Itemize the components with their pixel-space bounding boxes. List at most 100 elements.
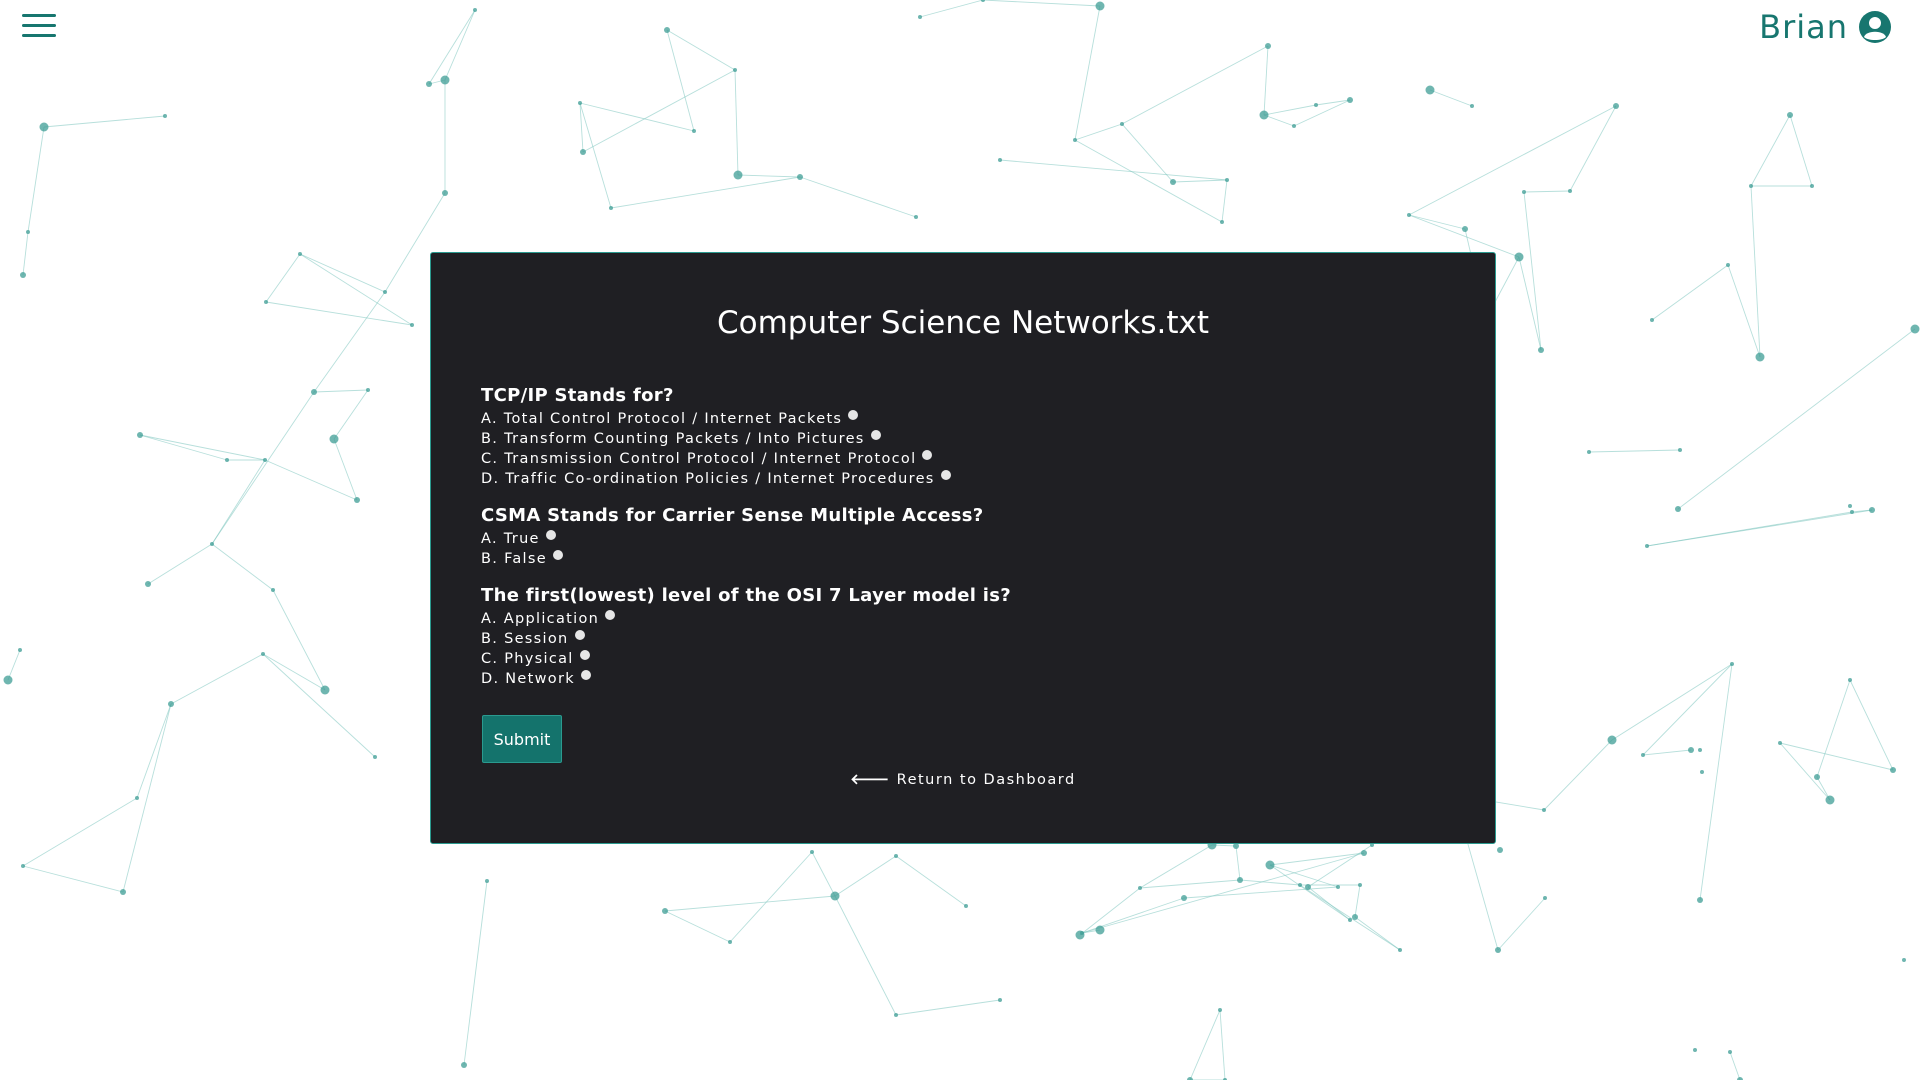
network-node xyxy=(1497,847,1503,853)
answer-option[interactable]: A. True xyxy=(481,529,1455,549)
network-node xyxy=(145,581,151,587)
network-line xyxy=(1849,679,1894,771)
network-node xyxy=(998,158,1002,162)
option-label: C. Transmission Control Protocol / Inter… xyxy=(481,451,917,467)
network-line xyxy=(1497,897,1546,951)
answer-option[interactable]: D. Traffic Co-ordination Policies / Inte… xyxy=(481,469,1455,489)
network-node xyxy=(1778,741,1782,745)
network-node xyxy=(135,796,139,800)
network-line xyxy=(1139,879,1241,889)
question-text: The first(lowest) level of the OSI 7 Lay… xyxy=(481,585,1012,606)
network-node xyxy=(1138,886,1142,890)
network-line xyxy=(734,69,739,176)
option-label: A. Application xyxy=(481,611,600,627)
network-line xyxy=(43,115,166,128)
network-node xyxy=(21,864,25,868)
network-line xyxy=(1189,1009,1221,1080)
network-line xyxy=(729,851,813,943)
network-node xyxy=(609,206,613,210)
network-node xyxy=(981,0,985,2)
network-node xyxy=(1814,774,1820,780)
radio-button[interactable] xyxy=(552,550,563,560)
network-line xyxy=(313,389,369,393)
network-node xyxy=(440,75,450,85)
option-label: A. Total Control Protocol / Internet Pac… xyxy=(481,411,843,427)
option-label: A. True xyxy=(481,531,540,547)
network-line xyxy=(1750,114,1791,187)
network-node xyxy=(137,432,143,438)
network-node xyxy=(1645,544,1649,548)
network-line xyxy=(1651,264,1729,321)
answer-option[interactable]: A. Total Control Protocol / Internet Pac… xyxy=(481,409,1455,429)
network-node xyxy=(1698,748,1702,752)
radio-button[interactable] xyxy=(579,650,590,660)
question: TCP/IP Stands for? A. Total Control Prot… xyxy=(481,385,1455,489)
network-node xyxy=(580,149,586,155)
network-node xyxy=(914,215,918,219)
network-line xyxy=(1408,214,1466,230)
network-node xyxy=(733,170,743,180)
network-line xyxy=(1523,190,1571,193)
answer-option[interactable]: D. Network xyxy=(481,669,1455,689)
network-line xyxy=(1588,449,1681,453)
network-node xyxy=(1073,138,1077,142)
answer-option[interactable]: B. False xyxy=(481,549,1455,569)
network-line xyxy=(666,29,736,71)
network-line xyxy=(1235,845,1241,881)
network-node xyxy=(1728,1050,1732,1054)
network-node xyxy=(26,230,30,234)
answer-option[interactable]: C. Physical xyxy=(481,649,1455,669)
network-line xyxy=(579,102,612,209)
radio-button[interactable] xyxy=(545,530,556,540)
radio-button[interactable] xyxy=(922,450,933,460)
answer-option[interactable]: A. Application xyxy=(481,609,1455,629)
answer-option[interactable]: C. Transmission Control Protocol / Inter… xyxy=(481,449,1455,469)
network-node xyxy=(1470,104,1474,108)
network-line xyxy=(1263,104,1317,116)
network-node xyxy=(18,648,22,652)
user-menu[interactable]: Brian xyxy=(1759,8,1892,46)
network-node xyxy=(964,904,968,908)
radio-button[interactable] xyxy=(870,430,881,440)
network-line xyxy=(919,0,984,18)
answer-option[interactable]: B. Transform Counting Packets / Into Pic… xyxy=(481,429,1455,449)
radio-button[interactable] xyxy=(848,410,859,420)
return-to-dashboard-link[interactable]: 🡐 Return to Dashboard xyxy=(431,771,1495,788)
radio-button[interactable] xyxy=(574,630,585,640)
network-line xyxy=(1646,511,1853,547)
network-line xyxy=(463,880,488,1066)
network-node xyxy=(311,389,317,395)
network-line xyxy=(1239,879,1301,886)
hamburger-menu-icon[interactable] xyxy=(22,14,56,42)
radio-button[interactable] xyxy=(580,670,591,680)
question-text: TCP/IP Stands for? xyxy=(481,385,674,406)
network-line xyxy=(895,855,967,907)
question: The first(lowest) level of the OSI 7 Lay… xyxy=(481,585,1455,689)
network-line xyxy=(264,459,358,501)
submit-button[interactable]: Submit xyxy=(482,715,562,763)
network-line xyxy=(610,176,801,209)
network-line xyxy=(1569,105,1617,192)
network-node xyxy=(120,889,126,895)
network-node xyxy=(1726,263,1730,267)
option-label: B. Session xyxy=(481,631,569,647)
question-list: TCP/IP Stands for? A. Total Control Prot… xyxy=(481,385,1455,705)
network-node xyxy=(797,174,803,180)
network-node xyxy=(263,458,267,462)
network-line xyxy=(1074,5,1101,141)
network-line xyxy=(1354,884,1361,918)
option-label: B. Transform Counting Packets / Into Pic… xyxy=(481,431,865,447)
answer-option[interactable]: B. Session xyxy=(481,629,1455,649)
option-label: D. Network xyxy=(481,671,575,687)
network-node xyxy=(894,1013,898,1017)
network-line xyxy=(1816,679,1851,778)
arrow-left-icon: 🡐 xyxy=(850,772,891,788)
network-line xyxy=(582,69,736,153)
radio-button[interactable] xyxy=(940,470,951,480)
network-node xyxy=(261,652,265,656)
network-node xyxy=(1678,448,1682,452)
network-line xyxy=(265,301,413,326)
network-node xyxy=(1730,662,1734,666)
radio-button[interactable] xyxy=(605,610,616,620)
network-node xyxy=(271,588,275,592)
